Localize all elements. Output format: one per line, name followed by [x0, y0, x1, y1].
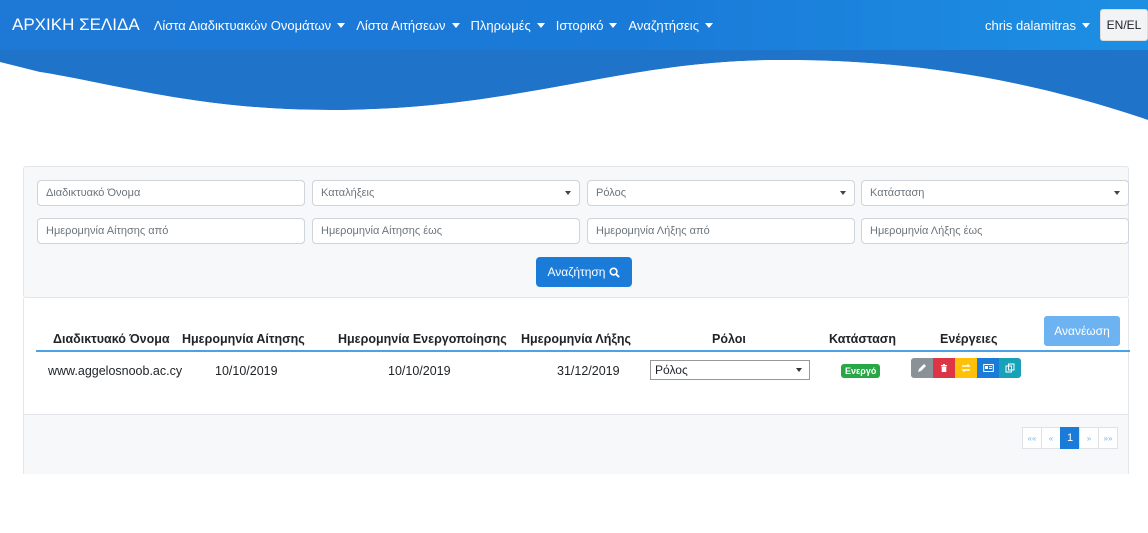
role-filter-select[interactable]: Ρόλος	[587, 180, 855, 206]
top-navbar: ΑΡΧΙΚΗ ΣΕΛΙΔΑ Λίστα Διαδικτυακών Ονομάτω…	[0, 0, 1148, 50]
caret-down-icon	[1082, 22, 1090, 28]
nav-menu-label: Ιστορικό	[555, 17, 604, 33]
nav-right: chris dalamitras EN/EL	[985, 0, 1148, 50]
nav-menu-payments[interactable]: Πληρωμές	[471, 18, 545, 33]
dropdown-arrow-icon	[840, 191, 846, 195]
nav-menu-domain-list[interactable]: Λίστα Διαδικτυακών Ονομάτων	[153, 17, 346, 33]
dropdown-arrow-icon	[1114, 191, 1120, 195]
role-filter-select-value: Ρόλος	[596, 187, 626, 199]
nav-menu-label: Λίστα Διαδικτυακών Ονομάτων	[153, 17, 332, 33]
column-header-domain[interactable]: Διαδικτυακό Όνομα	[53, 332, 170, 346]
expire-date-from-input[interactable]: Ημερομηνία Λήξης από	[587, 218, 855, 244]
row-role-select[interactable]: Ρόλος	[650, 360, 810, 380]
domain-name-input[interactable]: Διαδικτυακό Όνομα	[37, 180, 305, 206]
apply-date-to-input[interactable]: Ημερομηνία Αίτησης έως	[312, 218, 580, 244]
dropdown-arrow-icon	[796, 368, 802, 372]
caret-down-icon	[536, 22, 545, 28]
pagination: «« « 1 » »»	[1022, 427, 1118, 449]
status-badge: Ενεργό	[841, 364, 881, 378]
id-card-icon	[982, 364, 994, 372]
apply-date-from-input[interactable]: Ημερομηνία Αίτησης από	[37, 218, 305, 244]
results-card: Ανανέωση Διαδικτυακό Όνομα Ημερομηνία Αί…	[23, 298, 1130, 474]
caret-down-icon	[451, 22, 460, 28]
status-select-value: Κατάσταση	[870, 187, 925, 199]
refresh-button[interactable]: Ανανέωση	[1044, 316, 1120, 346]
delete-button[interactable]	[933, 358, 955, 378]
table-footer: «« « 1 » »»	[24, 414, 1128, 474]
trash-icon	[941, 364, 947, 372]
copy-icon	[1005, 363, 1015, 373]
cell-applied-date: 10/10/2019	[215, 364, 278, 378]
details-button[interactable]	[977, 358, 999, 378]
edit-button[interactable]	[911, 358, 933, 378]
cell-domain: www.aggelosnoob.ac.cy	[48, 364, 183, 378]
pagination-next[interactable]: »	[1079, 427, 1099, 449]
status-select[interactable]: Κατάσταση	[861, 180, 1129, 206]
nav-menu-label: Αναζητήσεις	[628, 17, 699, 33]
search-button-label: Αναζήτηση	[547, 265, 606, 279]
copy-button[interactable]	[999, 358, 1021, 378]
column-header-roles: Ρόλοι	[712, 332, 746, 346]
nav-menu-searches[interactable]: Αναζητήσεις	[628, 18, 713, 33]
column-header-status[interactable]: Κατάσταση	[829, 332, 896, 346]
pagination-prev[interactable]: «	[1041, 427, 1061, 449]
user-name: chris dalamitras	[984, 17, 1076, 33]
caret-down-icon	[609, 22, 618, 28]
table-header-divider	[36, 350, 1130, 352]
row-actions-group	[911, 358, 1021, 378]
cell-expires-date: 31/12/2019	[557, 364, 620, 378]
nav-menu-applications[interactable]: Λίστα Αιτήσεων	[356, 17, 460, 33]
search-filters-card: Διαδικτυακό Όνομα Καταλήξεις Ρόλος Κατάσ…	[23, 166, 1129, 298]
column-header-applied[interactable]: Ημερομηνία Αίτησης	[182, 332, 305, 346]
pagination-current-page[interactable]: 1	[1060, 427, 1080, 449]
transfer-button[interactable]	[955, 358, 977, 378]
nav-menu-history[interactable]: Ιστορικό	[556, 18, 618, 33]
extensions-select[interactable]: Καταλήξεις	[312, 180, 580, 206]
column-header-actions: Ενέργειες	[940, 332, 998, 346]
search-button[interactable]: Αναζήτηση	[536, 257, 632, 287]
expire-date-to-input[interactable]: Ημερομηνία Λήξης έως	[861, 218, 1129, 244]
user-menu[interactable]: chris dalamitras	[985, 18, 1090, 33]
caret-down-icon	[337, 22, 346, 28]
exchange-icon	[961, 364, 971, 372]
pencil-icon	[918, 364, 926, 372]
extensions-select-value: Καταλήξεις	[321, 187, 375, 199]
brand-home-link[interactable]: ΑΡΧΙΚΗ ΣΕΛΙΔΑ	[12, 15, 140, 35]
cell-activated-date: 10/10/2019	[388, 364, 451, 378]
nav-menu-label: Πληρωμές	[470, 17, 531, 33]
search-icon	[609, 266, 621, 278]
column-header-activated[interactable]: Ημερομηνία Ενεργοποίησης	[338, 332, 507, 346]
dropdown-arrow-icon	[565, 191, 571, 195]
caret-down-icon	[704, 22, 713, 28]
pagination-last[interactable]: »»	[1098, 427, 1118, 449]
row-role-select-value: Ρόλος	[655, 363, 688, 377]
language-toggle-button[interactable]: EN/EL	[1100, 9, 1148, 41]
nav-menu-label: Λίστα Αιτήσεων	[356, 17, 446, 33]
pagination-first[interactable]: ««	[1022, 427, 1042, 449]
column-header-expires[interactable]: Ημερομηνία Λήξης	[521, 332, 631, 346]
